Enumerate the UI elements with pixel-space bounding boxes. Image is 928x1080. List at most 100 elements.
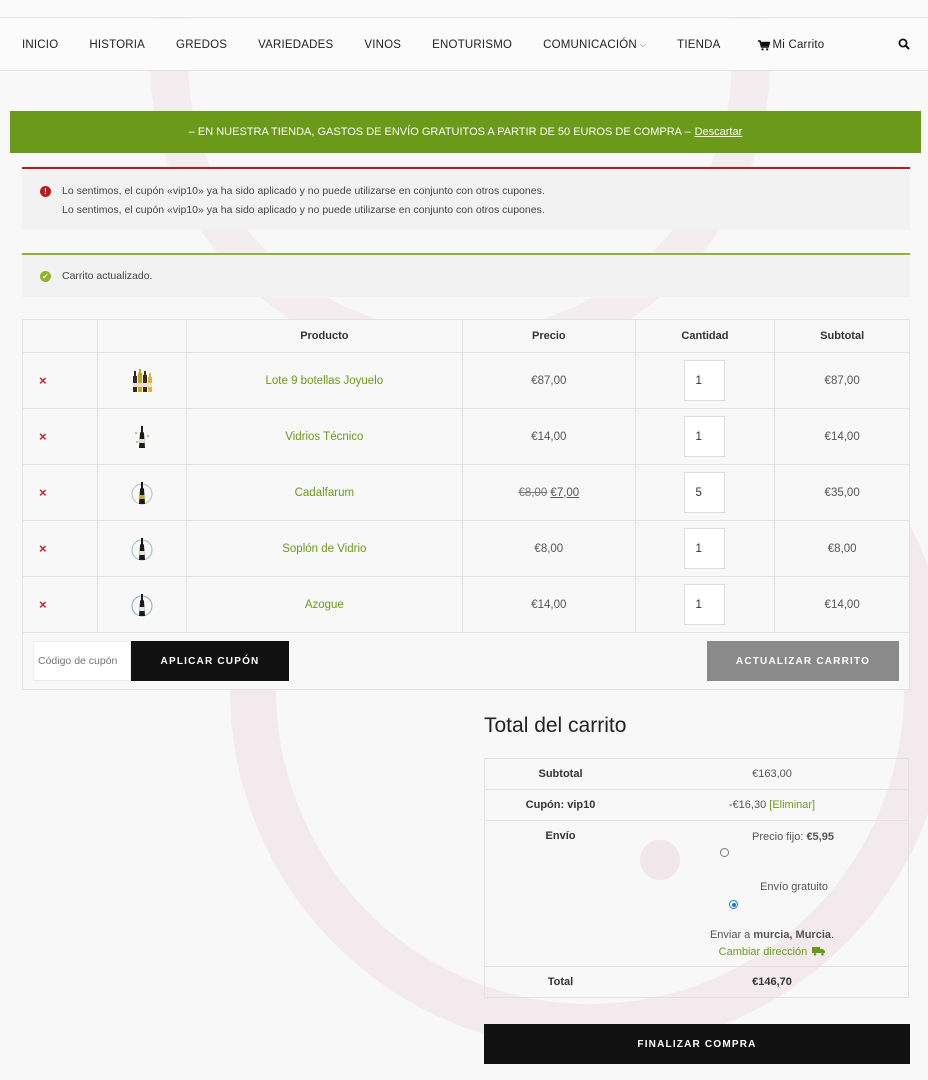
cart-actions: APLICAR CUPÓN ACTUALIZAR CARRITO: [23, 633, 909, 689]
error-message: Lo sentimos, el cupón «vip10» ya ha sido…: [62, 185, 545, 197]
price-cell: €8,00: [463, 521, 636, 576]
subtotal-cell: €14,00: [775, 577, 909, 632]
quantity-cell: [636, 465, 776, 520]
apply-coupon-button[interactable]: APLICAR CUPÓN: [131, 641, 289, 681]
nav-item-gredos[interactable]: GREDOS: [176, 39, 227, 51]
nav-item-comunicacion[interactable]: COMUNICACIÓN ⌵: [543, 39, 646, 51]
original-price: €8,00: [518, 486, 548, 499]
remove-item-button[interactable]: ×: [39, 541, 47, 556]
update-cart-button[interactable]: ACTUALIZAR CARRITO: [707, 641, 899, 681]
remove-cell: ×: [23, 465, 98, 520]
nav-item-vinos[interactable]: VINOS: [364, 39, 401, 51]
price-cell: €14,00: [463, 409, 636, 464]
free-shipping-label: Envío gratuito: [760, 881, 828, 893]
flat-rate-radio[interactable]: [720, 848, 729, 857]
quantity-input[interactable]: [684, 528, 726, 569]
nav-item-inicio[interactable]: INICIO: [22, 39, 58, 51]
product-thumbnail[interactable]: [131, 424, 153, 450]
quantity-cell: [636, 353, 776, 408]
totals-row-shipping: Envío Precio fijo: €5,95 Envío gratuito …: [485, 821, 908, 967]
cart-icon: [757, 39, 770, 50]
error-message: Lo sentimos, el cupón «vip10» ya ha sido…: [62, 204, 545, 216]
product-cell: Vidrios Técnico: [187, 409, 464, 464]
free-shipping-radio[interactable]: [729, 900, 738, 909]
remove-cell: ×: [23, 521, 98, 576]
header-thumbnail: [98, 320, 187, 352]
product-thumbnail[interactable]: [131, 368, 153, 394]
search-icon[interactable]: [898, 38, 910, 50]
product-link[interactable]: Cadalfarum: [295, 487, 354, 499]
checkout-button[interactable]: FINALIZAR COMPRA: [484, 1024, 910, 1064]
product-subtotal: €35,00: [824, 486, 860, 499]
product-cell: Azogue: [187, 577, 464, 632]
remove-coupon-link[interactable]: [Eliminar]: [769, 799, 815, 811]
subtotal-value: €163,00: [752, 768, 792, 780]
quantity-input[interactable]: [684, 472, 726, 513]
thumbnail-cell: [98, 353, 187, 408]
remove-item-button[interactable]: ×: [39, 373, 47, 388]
price-cell: €8,00 €7,00: [463, 465, 636, 520]
nav-item-tienda[interactable]: TIENDA: [677, 39, 720, 51]
header-remove: [23, 320, 98, 352]
remove-item-button[interactable]: ×: [39, 429, 47, 444]
product-subtotal: €14,00: [824, 430, 860, 443]
price-cell: €87,00: [463, 353, 636, 408]
product-subtotal: €8,00: [827, 542, 857, 555]
table-row: × Soplón de Vidrio €8,00 €8,00: [23, 521, 909, 577]
remove-item-button[interactable]: ×: [39, 485, 47, 500]
main-nav: INICIO HISTORIA GREDOS VARIEDADES VINOS …: [0, 19, 928, 71]
sale-price-group: €8,00 €7,00: [518, 487, 579, 499]
product-link[interactable]: Soplón de Vidrio: [282, 543, 366, 555]
dismiss-link[interactable]: Descartar: [695, 126, 743, 138]
product-thumbnail[interactable]: [131, 536, 153, 562]
error-notice: ! Lo sentimos, el cupón «vip10» ya ha si…: [22, 167, 910, 230]
coupon-code-input[interactable]: [33, 641, 131, 681]
table-row: × Azogue €14,00 €14,00: [23, 577, 909, 633]
totals-row-subtotal: Subtotal €163,00: [485, 759, 908, 790]
product-cell: Lote 9 botellas Joyuelo: [187, 353, 464, 408]
product-cell: Cadalfarum: [187, 465, 464, 520]
subtotal-cell: €35,00: [775, 465, 909, 520]
product-link[interactable]: Lote 9 botellas Joyuelo: [266, 375, 384, 387]
nav-item-historia[interactable]: HISTORIA: [89, 39, 145, 51]
subtotal-label: Subtotal: [538, 768, 583, 780]
flat-rate-prefix: Precio fijo:: [752, 831, 804, 843]
product-thumbnail[interactable]: [131, 480, 153, 506]
quantity-input[interactable]: [684, 584, 726, 625]
chevron-down-icon: ⌵: [639, 39, 647, 49]
header-product: Producto: [187, 320, 464, 352]
check-icon: ✓: [40, 271, 51, 282]
product-cell: Soplón de Vidrio: [187, 521, 464, 576]
product-link[interactable]: Vidrios Técnico: [285, 431, 363, 443]
success-notice: ✓ Carrito actualizado.: [22, 253, 910, 297]
thumbnail-cell: [98, 577, 187, 632]
quantity-input[interactable]: [684, 416, 726, 457]
quantity-cell: [636, 409, 776, 464]
quantity-cell: [636, 577, 776, 632]
subtotal-cell: €87,00: [775, 353, 909, 408]
header-quantity: Cantidad: [636, 320, 776, 352]
remove-item-button[interactable]: ×: [39, 597, 47, 612]
flat-rate-label: Precio fijo: €5,95: [678, 831, 908, 843]
table-row: × Vidrios Técnico €14,00 €14,00: [23, 409, 909, 465]
quantity-input[interactable]: [684, 360, 726, 401]
product-thumbnail[interactable]: [131, 592, 153, 618]
ship-to-prefix: Enviar a: [709, 929, 751, 941]
coupon-value-group: -€16,30 [Eliminar]: [636, 790, 908, 820]
nav-item-cart[interactable]: Mi Carrito: [757, 39, 825, 51]
nav-item-label: COMUNICACIÓN: [543, 38, 637, 51]
product-subtotal: €87,00: [824, 374, 860, 387]
remove-cell: ×: [23, 409, 98, 464]
nav-item-enoturismo[interactable]: ENOTURISMO: [432, 39, 512, 51]
shipping-options: Precio fijo: €5,95 Envío gratuito Enviar…: [636, 821, 908, 966]
promo-banner: – EN NUESTRA TIENDA, GASTOS DE ENVÍO GRA…: [10, 111, 921, 153]
promo-text: – EN NUESTRA TIENDA, GASTOS DE ENVÍO GRA…: [188, 126, 691, 138]
nav-item-variedades[interactable]: VARIEDADES: [258, 39, 333, 51]
change-address-link[interactable]: Cambiar dirección: [636, 946, 908, 958]
sale-price: €7,00: [550, 486, 580, 499]
product-link[interactable]: Azogue: [305, 599, 344, 611]
coupon-discount: -€16,30: [728, 799, 767, 811]
totals-row-total: Total €146,70: [485, 967, 908, 997]
subtotal-cell: €8,00: [775, 521, 909, 576]
thumbnail-cell: [98, 409, 187, 464]
